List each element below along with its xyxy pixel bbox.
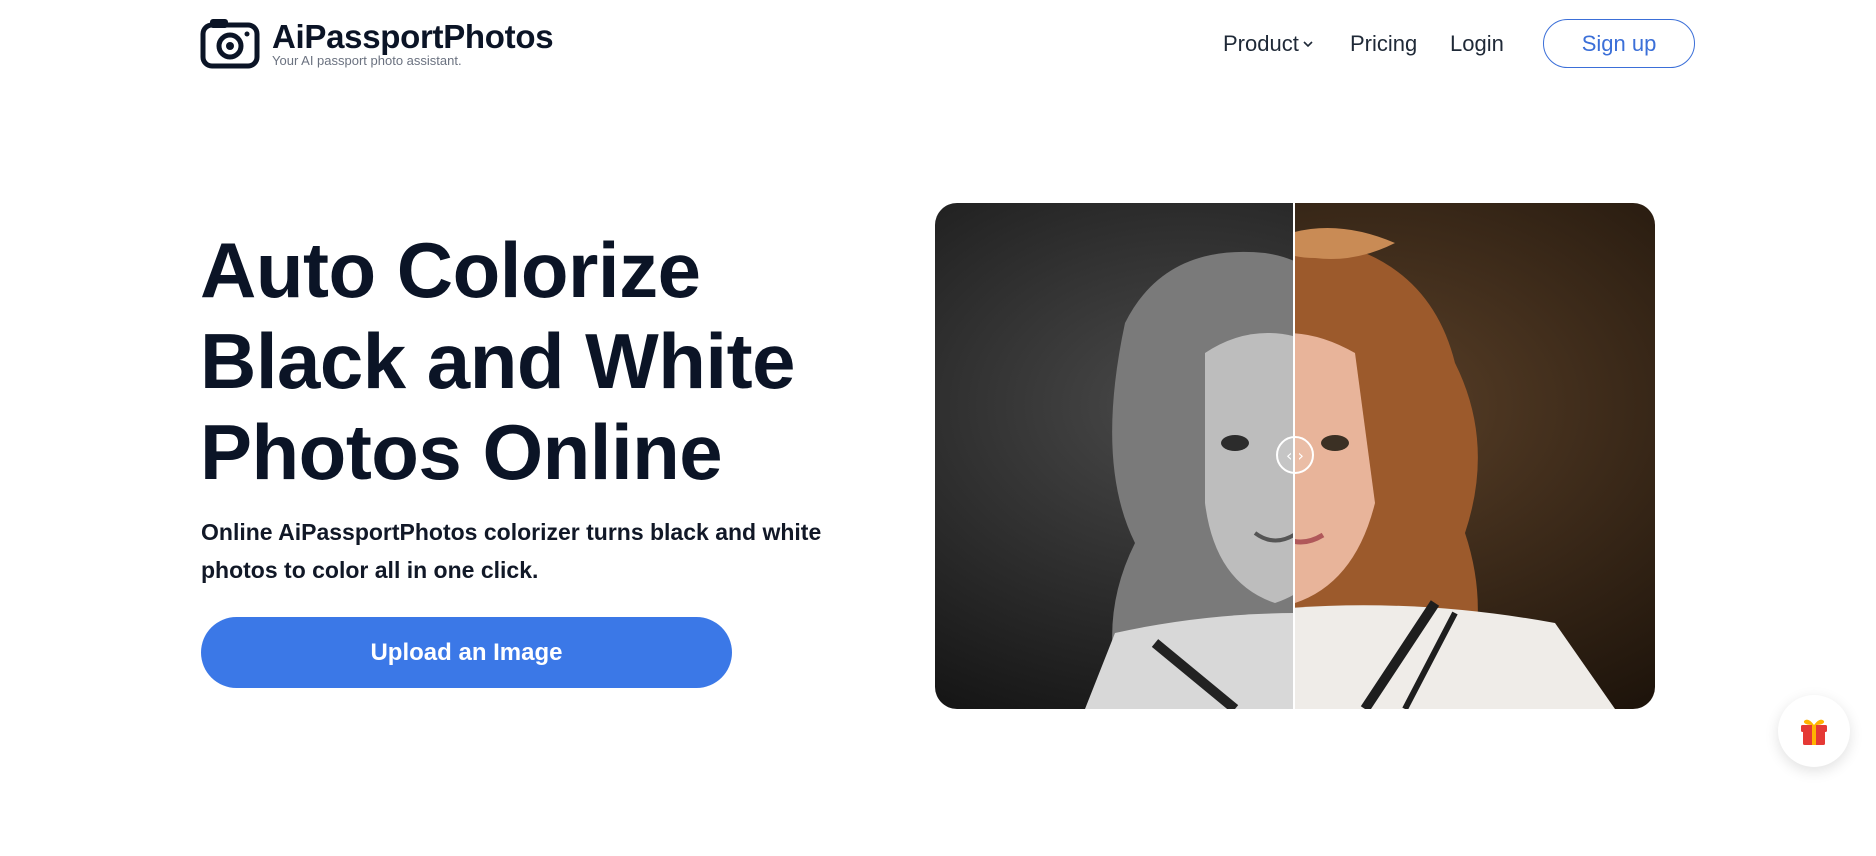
site-header: AiPassportPhotos Your AI passport photo … — [0, 0, 1876, 86]
nav-pricing[interactable]: Pricing — [1350, 31, 1417, 57]
comparison-slider-handle[interactable]: ‹ › — [1276, 436, 1314, 474]
brand-tagline: Your AI passport photo assistant. — [272, 52, 462, 68]
gift-icon — [1801, 719, 1827, 745]
hero-subtitle: Online AiPassportPhotos colorizer turns … — [201, 519, 822, 583]
camera-logo-icon — [200, 19, 260, 69]
chevron-down-icon — [1303, 41, 1313, 48]
nav-login[interactable]: Login — [1450, 31, 1504, 57]
hero-title: Auto Colorize Black and White Photos Onl… — [200, 226, 795, 496]
brand-name: AiPassportPhotos — [272, 17, 554, 55]
brand-logo[interactable]: AiPassportPhotos Your AI passport photo … — [200, 17, 554, 69]
nav-product[interactable]: Product — [1223, 31, 1314, 57]
gift-button[interactable] — [1778, 695, 1850, 767]
signup-button[interactable]: Sign up — [1543, 19, 1695, 68]
upload-image-button[interactable]: Upload an Image — [201, 617, 732, 688]
nav-product-label: Product — [1223, 31, 1299, 56]
